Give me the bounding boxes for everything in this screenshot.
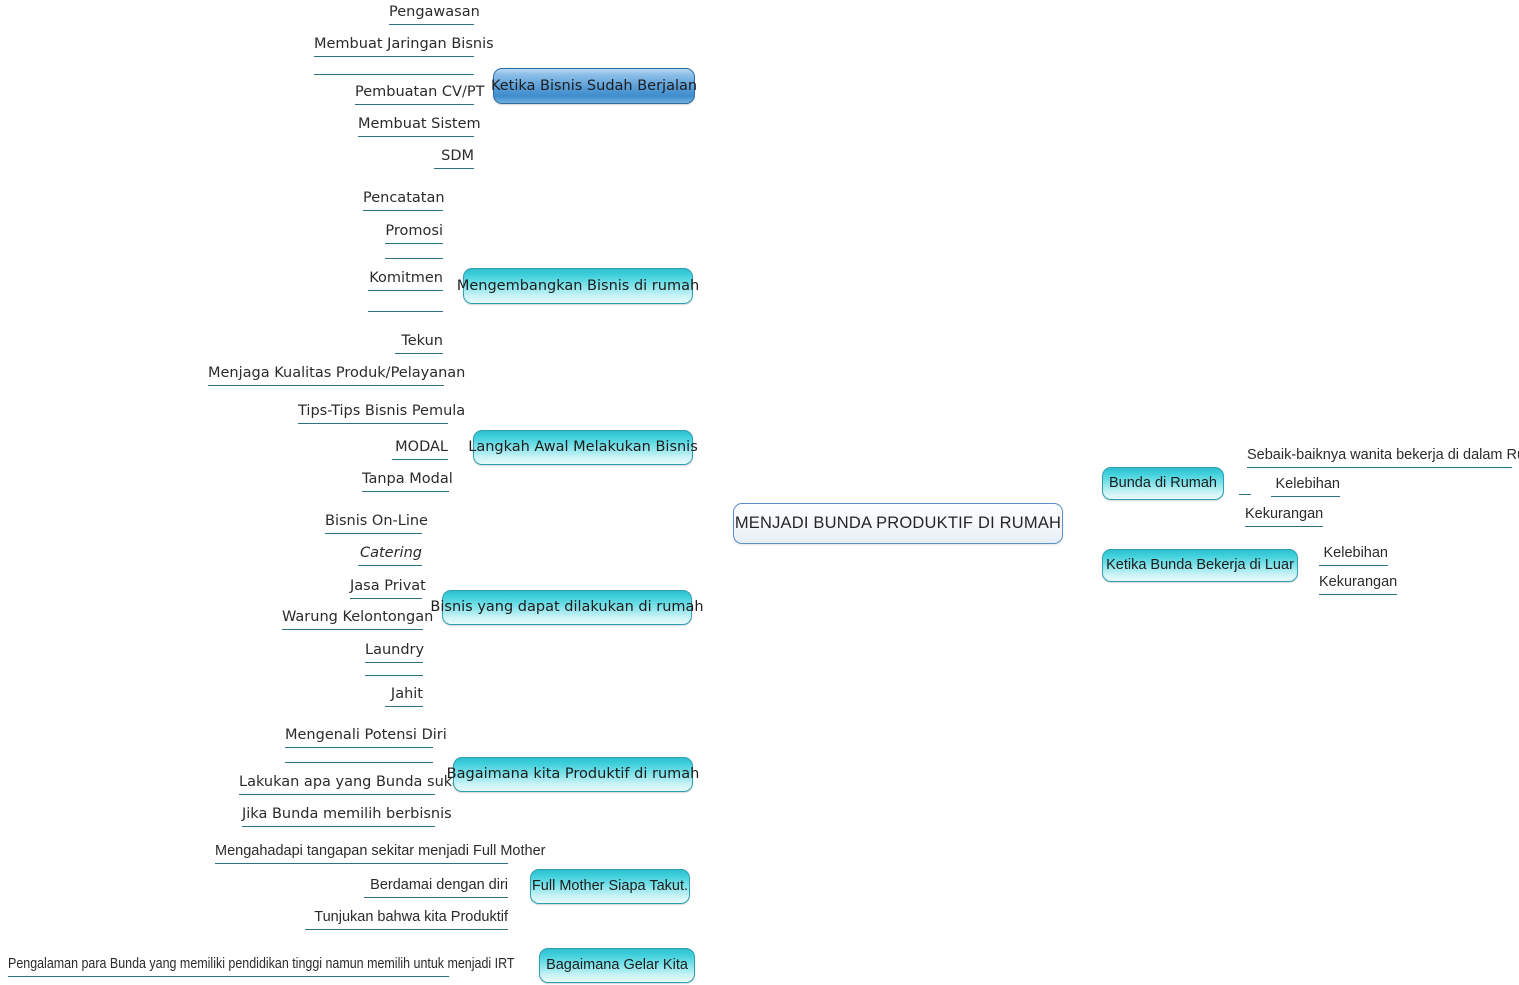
leaf-topic[interactable]: Pembuatan CV/PT xyxy=(355,84,484,105)
leaf-topic[interactable]: Jika Bunda memilih berbisnis xyxy=(242,806,452,827)
leaf-topic[interactable]: Bisnis On-Line xyxy=(325,513,428,534)
leaf-topic[interactable]: Catering xyxy=(358,545,422,566)
leaf-topic[interactable]: Sebaik-baiknya wanita bekerja di dalam R… xyxy=(1247,447,1519,468)
leaf-topic[interactable]: Tanpa Modal xyxy=(362,471,453,492)
leaf-topic[interactable]: Pencatatan xyxy=(363,190,445,211)
branch-node-ketika-bunda-bekerja-di-luar[interactable]: Ketika Bunda Bekerja di Luar xyxy=(1102,549,1298,582)
leaf-topic[interactable]: Mengenali Potensi Diri xyxy=(285,727,447,748)
leaf-topic[interactable]: Membuat Sistem xyxy=(358,116,481,137)
branch-node-ketika-bisnis-sudah-berjalan[interactable]: Ketika Bisnis Sudah Berjalan xyxy=(491,68,697,104)
leaf-topic[interactable]: Tunjukan bahwa kita Produktif xyxy=(305,909,508,930)
leaf-topic[interactable]: Kelebihan xyxy=(1271,476,1340,497)
leaf-topic[interactable]: Mengahadapi tangapan sekitar menjadi Ful… xyxy=(215,843,545,864)
leaf-topic[interactable]: MODAL xyxy=(392,439,448,460)
leaf-topic[interactable]: Pengalaman para Bunda yang memiliki pend… xyxy=(8,956,514,977)
leaf-topic[interactable]: Berdamai dengan diri xyxy=(364,877,508,898)
leaf-topic[interactable]: Membuat Jaringan Bisnis xyxy=(314,36,494,57)
central-topic-node[interactable]: MENJADI BUNDA PRODUKTIF DI RUMAH xyxy=(733,503,1063,544)
leaf-topic[interactable]: Pengawasan xyxy=(389,4,480,25)
branch-node-bagaimana-gelar-kita[interactable]: Bagaimana Gelar Kita xyxy=(539,948,695,983)
leaf-topic[interactable]: Kelebihan xyxy=(1319,545,1388,566)
branch-node-bisnis-yang-dapat-dilakukan-di-rumah[interactable]: Bisnis yang dapat dilakukan di rumah xyxy=(430,590,704,625)
leaf-topic[interactable]: Kekurangan xyxy=(1245,506,1323,527)
branch-node-langkah-awal-melakukan-bisnis[interactable]: Langkah Awal Melakukan Bisnis xyxy=(468,430,698,465)
branch-node-full-mother-siapa-takut[interactable]: Full Mother Siapa Takut. xyxy=(530,869,690,904)
connector-stub xyxy=(285,762,433,763)
leaf-topic[interactable]: Tekun xyxy=(395,333,443,354)
leaf-topic[interactable]: Kekurangan xyxy=(1319,574,1397,595)
branch-node-bunda-di-rumah[interactable]: Bunda di Rumah xyxy=(1102,467,1224,500)
leaf-topic[interactable]: SDM xyxy=(434,148,474,169)
connector-stub xyxy=(314,74,474,75)
leaf-topic[interactable]: Lakukan apa yang Bunda suka xyxy=(239,774,461,795)
leaf-topic[interactable]: Komitmen xyxy=(368,270,443,291)
branch-node-bagaimana-kita-produktif-di-rumah[interactable]: Bagaimana kita Produktif di rumah xyxy=(447,757,699,792)
leaf-topic[interactable]: Promosi xyxy=(385,223,443,244)
mindmap-canvas: Pengawasan Membuat Jaringan Bisnis Pembuat… xyxy=(0,0,1519,985)
leaf-topic[interactable]: Jahit xyxy=(385,686,423,707)
leaf-topic[interactable]: Menjaga Kualitas Produk/Pelayanan xyxy=(208,365,465,386)
leaf-topic[interactable]: Jasa Privat xyxy=(350,578,426,599)
branch-node-mengembangkan-bisnis-di-rumah[interactable]: Mengembangkan Bisnis di rumah xyxy=(457,268,699,304)
leaf-topic[interactable]: Warung Kelontongan xyxy=(282,609,433,630)
connector-dash xyxy=(1239,494,1251,495)
leaf-topic[interactable]: Tips-Tips Bisnis Pemula xyxy=(298,403,465,424)
connector-stub xyxy=(365,675,423,676)
connector-stub xyxy=(368,311,443,312)
connector-stub xyxy=(385,258,443,259)
leaf-topic[interactable]: Laundry xyxy=(365,642,424,663)
